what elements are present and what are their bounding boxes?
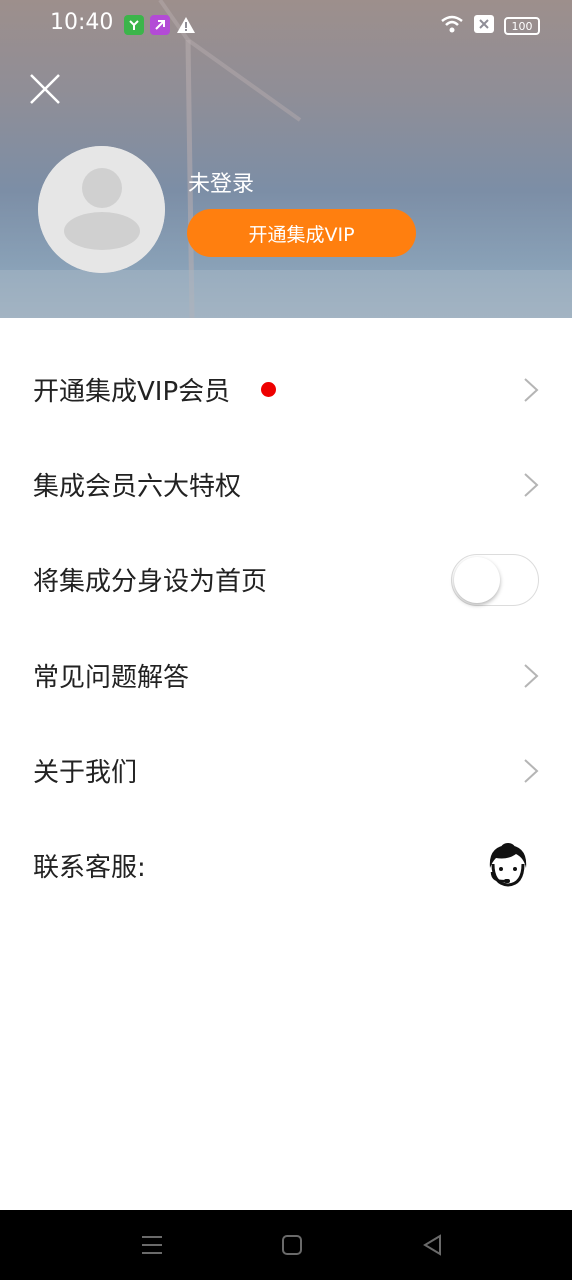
menu-item-vip-privileges[interactable]: 集成会员六大特权 bbox=[0, 437, 572, 532]
app-green-icon bbox=[124, 15, 144, 35]
close-icon bbox=[30, 74, 60, 104]
battery-icon: 100 bbox=[504, 17, 540, 35]
home-icon[interactable] bbox=[279, 1232, 305, 1258]
login-status[interactable]: 未登录 bbox=[188, 166, 254, 198]
menu-item-faq[interactable]: 常见问题解答 bbox=[0, 628, 572, 723]
menu-item-contact-service[interactable]: 联系客服: bbox=[0, 818, 572, 913]
red-dot-badge bbox=[261, 382, 276, 397]
toggle-knob bbox=[454, 556, 500, 603]
close-button[interactable] bbox=[28, 72, 62, 106]
chevron-right-icon bbox=[524, 663, 539, 688]
avatar[interactable] bbox=[38, 146, 165, 273]
open-vip-button[interactable]: 开通集成VIP bbox=[187, 209, 416, 257]
wifi-icon bbox=[440, 14, 464, 38]
warning-icon bbox=[176, 15, 196, 39]
system-icons: 100 bbox=[440, 14, 540, 38]
menu-item-open-vip[interactable]: 开通集成VIP会员 bbox=[0, 342, 572, 437]
profile-header: 10:40 100 未登录 开通集成VIP bbox=[0, 0, 572, 318]
chevron-right-icon bbox=[524, 472, 539, 497]
status-time: 10:40 bbox=[50, 10, 114, 35]
chevron-right-icon bbox=[524, 758, 539, 783]
menu-item-label: 将集成分身设为首页 bbox=[33, 567, 268, 597]
menu-item-label: 集成会员六大特权 bbox=[33, 472, 242, 502]
notification-icons bbox=[124, 15, 196, 39]
customer-service-icon[interactable] bbox=[486, 842, 530, 890]
sim-x-icon bbox=[474, 15, 494, 37]
status-bar: 10:40 100 bbox=[0, 0, 572, 52]
menu-item-label: 关于我们 bbox=[33, 758, 138, 788]
default-avatar-icon bbox=[38, 146, 165, 273]
menu-item-label: 开通集成VIP会员 bbox=[33, 377, 231, 407]
app-purple-icon bbox=[150, 15, 170, 35]
menu-item-label: 联系客服: bbox=[33, 853, 146, 883]
menu-icon[interactable] bbox=[139, 1232, 165, 1258]
screen: 10:40 100 未登录 开通集成VIP 开通集成VIP会员 集成会员六大特权… bbox=[0, 0, 572, 1280]
set-homepage-toggle[interactable] bbox=[451, 553, 539, 606]
chevron-right-icon bbox=[524, 377, 539, 402]
menu-item-label: 常见问题解答 bbox=[33, 663, 190, 693]
navigation-bar bbox=[0, 1210, 572, 1280]
back-icon[interactable] bbox=[420, 1232, 446, 1258]
menu-item-set-homepage: 将集成分身设为首页 bbox=[0, 532, 572, 627]
menu-item-about-us[interactable]: 关于我们 bbox=[0, 723, 572, 818]
